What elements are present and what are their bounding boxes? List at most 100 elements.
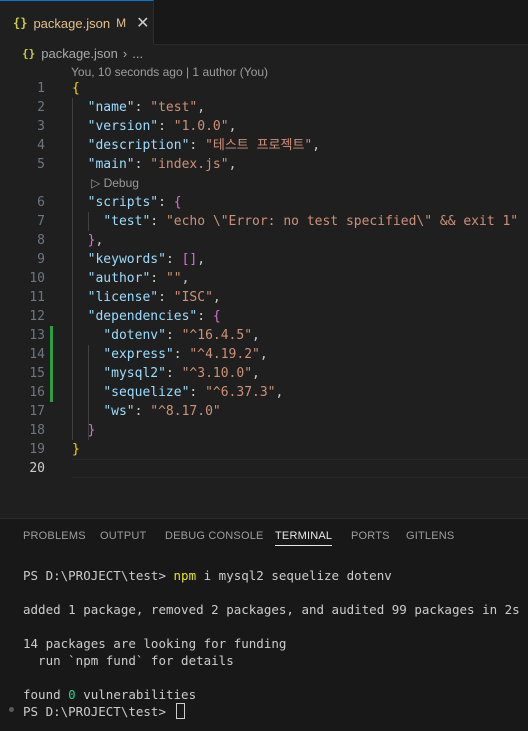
- code-token: "ws": [103, 404, 135, 419]
- code-token: :: [158, 195, 174, 210]
- code-token: :: [134, 100, 151, 115]
- code-token: :: [150, 271, 166, 286]
- code-line: 16 "sequelize": "^6.37.3",: [0, 383, 528, 402]
- line-number: 5: [37, 157, 45, 172]
- close-icon[interactable]: ✕: [136, 15, 149, 31]
- code-token: ,: [259, 347, 268, 362]
- code-token: "index.js": [150, 157, 229, 172]
- breadcrumb-more[interactable]: ...: [132, 46, 143, 61]
- terminal-output-line: run `npm fund` for details: [23, 653, 234, 668]
- terminal-command: npm: [173, 568, 197, 583]
- code-line: 19}: [0, 440, 528, 459]
- bottom-panel: PROBLEMS OUTPUT DEBUG CONSOLE TERMINAL PORTS…: [0, 518, 528, 731]
- code-line: 1{: [0, 79, 528, 98]
- tab-problems[interactable]: PROBLEMS: [23, 530, 86, 542]
- terminal-text: found: [23, 687, 69, 702]
- code-text: "scripts": {: [72, 193, 182, 212]
- code-text: {: [72, 79, 80, 98]
- git-added-marker[interactable]: [50, 345, 53, 364]
- code-token: ,: [95, 233, 104, 248]
- tab-terminal[interactable]: TERMINAL: [275, 530, 333, 546]
- code-token: :: [150, 214, 166, 229]
- code-token: ,: [228, 157, 237, 172]
- line-number: 19: [29, 442, 45, 457]
- git-added-marker[interactable]: [50, 383, 53, 402]
- line-number: 16: [29, 385, 45, 400]
- code-text: "description": "테스트 프로젝트",: [72, 136, 320, 155]
- editor-tab-bar: {} package.json M ✕: [0, 0, 528, 45]
- tab-output[interactable]: OUTPUT: [100, 530, 146, 542]
- code-token: :: [165, 366, 182, 381]
- code-token: :: [158, 119, 174, 134]
- code-text: },: [72, 231, 104, 250]
- git-added-marker[interactable]: [50, 326, 53, 345]
- code-text: "mysql2": "^3.10.0",: [72, 364, 260, 383]
- tab-package-json[interactable]: {} package.json M ✕: [0, 0, 154, 45]
- code-text: "keywords": [],: [72, 250, 205, 269]
- code-text: "test": "echo \"Error: no test specified…: [72, 212, 518, 231]
- code-token: "test": [103, 214, 151, 229]
- terminal-marker-icon: [9, 707, 14, 712]
- code-line: 15 "mysql2": "^3.10.0",: [0, 364, 528, 383]
- git-added-marker[interactable]: [50, 364, 53, 383]
- line-number: 18: [29, 423, 45, 438]
- tab-ports[interactable]: PORTS: [351, 530, 390, 542]
- code-token: ,: [275, 385, 284, 400]
- code-token: :: [189, 138, 206, 153]
- breadcrumb-file[interactable]: package.json: [41, 46, 118, 61]
- code-token: "name": [87, 100, 135, 115]
- code-token: "^16.4.5": [181, 328, 253, 343]
- code-token: ,: [212, 290, 221, 305]
- terminal-output-line: 14 packages are looking for funding: [23, 636, 287, 651]
- terminal-command-line: PS D:\PROJECT\test> npm i mysql2 sequeli…: [23, 567, 392, 584]
- code-text: "name": "test",: [72, 98, 205, 117]
- code-editor[interactable]: You, 10 seconds ago | 1 author (You) 1{ 2…: [0, 60, 528, 520]
- code-token: "^6.37.3": [205, 385, 276, 400]
- code-token: "scripts": [87, 195, 159, 210]
- terminal-command-args: i mysql2 sequelize dotenv: [196, 568, 392, 583]
- code-token: "express": [103, 347, 174, 362]
- code-token: "": [165, 271, 182, 286]
- code-text: "sequelize": "^6.37.3",: [72, 383, 283, 402]
- code-token: "dependencies": [87, 309, 198, 324]
- current-line-highlight: [72, 459, 528, 478]
- line-number: 7: [37, 214, 45, 229]
- chevron-right-icon: ›: [122, 45, 128, 61]
- line-number: 9: [37, 252, 45, 267]
- code-token: "author": [87, 271, 151, 286]
- tab-debug-console[interactable]: DEBUG CONSOLE: [165, 530, 264, 542]
- line-number: 6: [37, 195, 45, 210]
- git-blame-annotation[interactable]: You, 10 seconds ago | 1 author (You): [71, 65, 268, 79]
- debug-codelens[interactable]: ▷ Debug: [91, 174, 139, 193]
- terminal-prompt-line[interactable]: PS D:\PROJECT\test>: [23, 703, 185, 720]
- code-line: 6 "scripts": {: [0, 193, 528, 212]
- code-token: "sequelize": [103, 385, 190, 400]
- code-token: "ISC": [173, 290, 213, 305]
- panel-tabs: PROBLEMS OUTPUT DEBUG CONSOLE TERMINAL PORTS…: [0, 519, 528, 555]
- terminal-output[interactable]: PS D:\PROJECT\test> npm i mysql2 sequeli…: [23, 567, 520, 719]
- tab-gitlens[interactable]: GITLENS: [406, 530, 454, 542]
- code-token: "dotenv": [103, 328, 166, 343]
- line-number: 20: [29, 461, 45, 476]
- terminal-cursor: [175, 703, 185, 719]
- code-token: :: [134, 157, 151, 172]
- line-number: 10: [29, 271, 45, 286]
- code-token: "version": [87, 119, 159, 134]
- line-number: 14: [29, 347, 45, 362]
- code-token: :: [165, 328, 182, 343]
- code-line: 4 "description": "테스트 프로젝트",: [0, 136, 528, 155]
- code-token: :: [197, 309, 213, 324]
- tab-label: package.json: [33, 15, 111, 31]
- code-line: 9 "keywords": [],: [0, 250, 528, 269]
- code-token: :: [189, 385, 206, 400]
- code-token: "main": [87, 157, 135, 172]
- code-line: 7 "test": "echo \"Error: no test specifi…: [0, 212, 528, 231]
